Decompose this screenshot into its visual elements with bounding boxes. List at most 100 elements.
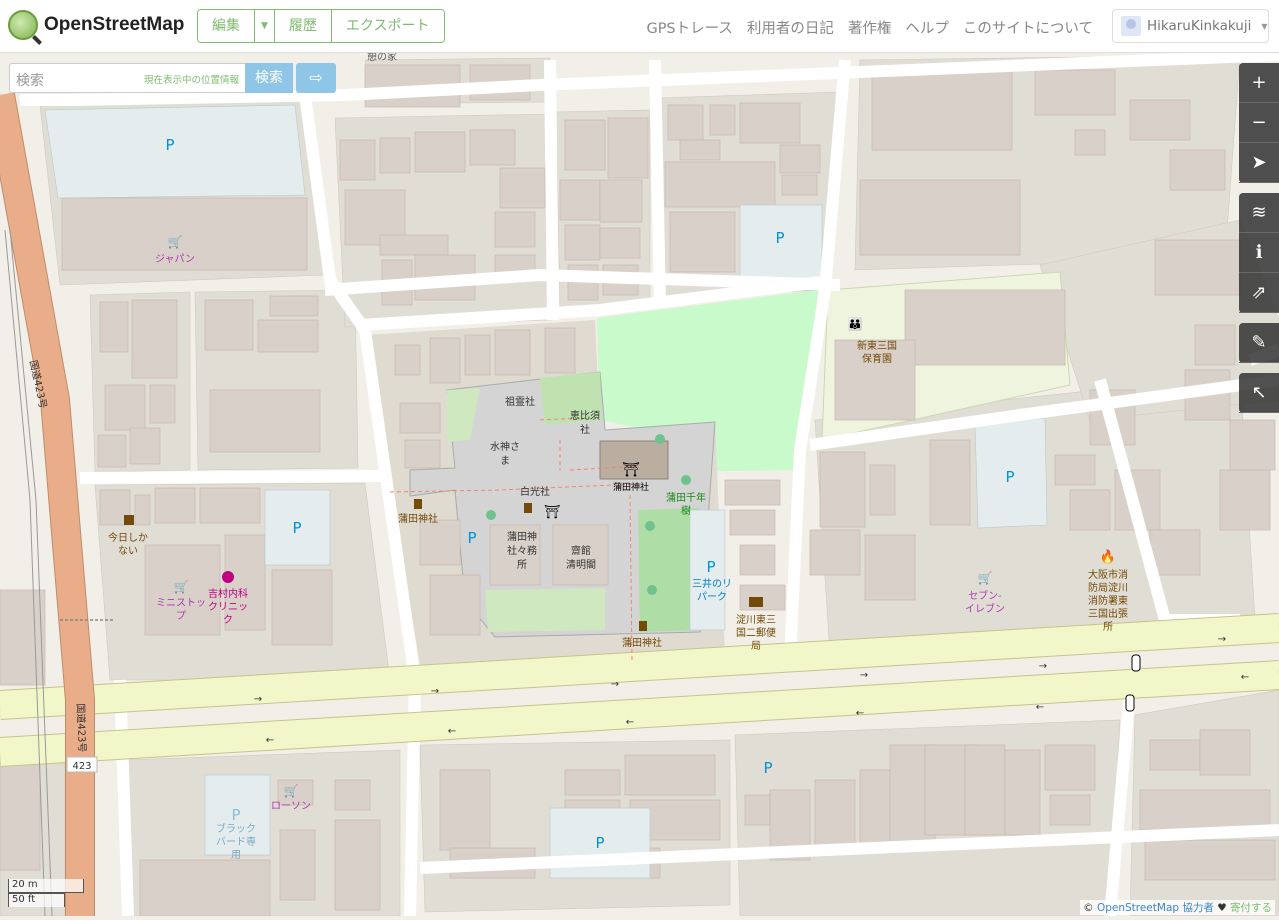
svg-text:三井のリ: 三井のリ [692, 577, 732, 590]
svg-text:クリニッ: クリニッ [208, 601, 248, 613]
svg-text:憩の家: 憩の家 [367, 53, 397, 63]
svg-text:→: → [254, 694, 262, 705]
query-control: ↖ [1239, 373, 1279, 413]
svg-text:ローソン: ローソン [271, 801, 311, 812]
svg-text:🛒: 🛒 [284, 784, 299, 798]
svg-text:用: 用 [231, 850, 241, 861]
svg-text:バード専: バード専 [216, 836, 256, 848]
donate-link[interactable]: 寄付する [1230, 902, 1272, 914]
svg-text:🔥: 🔥 [1100, 549, 1116, 565]
nav-user-diaries[interactable]: 利用者の日記 [747, 17, 834, 38]
svg-text:水神さ: 水神さ [490, 440, 520, 453]
svg-text:齋館: 齋館 [571, 544, 591, 557]
osm-link[interactable]: OpenStreetMap [1097, 902, 1179, 914]
nav-about[interactable]: このサイトについて [963, 17, 1093, 38]
scale-metric: 20 m [8, 879, 84, 893]
search-input[interactable]: 検索 現在表示中の位置情報 [9, 63, 245, 93]
edit-button-group: 編集 ▼ 履歴 エクスポート [197, 9, 445, 43]
top-nav: GPSトレース 利用者の日記 著作権 ヘルプ このサイトについて [646, 17, 1093, 38]
nav-copyright[interactable]: 著作権 [848, 17, 892, 38]
svg-text:ミニストッ: ミニストッ [156, 598, 206, 609]
svg-text:←: ← [1241, 672, 1249, 683]
note-control: ✎ [1239, 323, 1279, 363]
search-bar: 検索 現在表示中の位置情報 検索 ⇨ [9, 63, 339, 93]
svg-text:保育園: 保育園 [862, 352, 892, 365]
share-icon[interactable]: ⇗ [1239, 273, 1279, 313]
svg-text:ク: ク [223, 614, 233, 626]
directions-icon[interactable]: ⇨ [296, 63, 336, 93]
map-svg: 憩の家 ジャパン 祖霊社 恵比須 社 水神さ ま 白光社 蒲田神社 蒲田神社 蒲… [0, 53, 1279, 916]
svg-text:祖霊社: 祖霊社 [505, 395, 535, 408]
svg-text:新東三国: 新東三国 [857, 339, 897, 352]
svg-text:所: 所 [1103, 621, 1113, 633]
map-canvas[interactable]: 憩の家 ジャパン 祖霊社 恵比須 社 水神さ ま 白光社 蒲田神社 蒲田神社 蒲… [0, 53, 1279, 916]
history-button[interactable]: 履歴 [275, 10, 332, 42]
scale-bar: 20 m 50 ft [8, 879, 84, 907]
export-button[interactable]: エクスポート [332, 10, 444, 42]
svg-text:国二郵便: 国二郵便 [736, 626, 776, 639]
heart-icon: ♥ [1217, 902, 1226, 914]
svg-text:P: P [1005, 468, 1014, 486]
svg-text:セブン-: セブン- [968, 589, 1002, 602]
svg-text:←: ← [448, 726, 456, 737]
svg-text:恵比須: 恵比須 [570, 409, 600, 422]
svg-text:→: → [431, 686, 439, 697]
info-icon[interactable]: ℹ [1239, 233, 1279, 273]
svg-text:P: P [292, 519, 301, 537]
nav-gps-traces[interactable]: GPSトレース [646, 17, 732, 38]
svg-text:白光社: 白光社 [520, 485, 550, 498]
logo-text: OpenStreetMap [44, 14, 184, 36]
svg-text:🛒: 🛒 [174, 580, 189, 594]
add-note-icon[interactable]: ✎ [1239, 323, 1279, 363]
svg-text:大阪市消: 大阪市消 [1088, 568, 1128, 581]
attribution: © OpenStreetMap 協力者 ♥ 寄付する [1080, 900, 1275, 915]
svg-text:⛩: ⛩ [544, 504, 561, 520]
where-am-i-link[interactable]: 現在表示中の位置情報 [144, 72, 239, 86]
locate-icon[interactable]: ➤ [1239, 143, 1279, 183]
svg-text:→: → [1218, 634, 1226, 645]
layers-icon[interactable]: ≋ [1239, 193, 1279, 233]
svg-text:今日しか: 今日しか [108, 531, 148, 544]
search-placeholder: 検索 [16, 73, 44, 89]
svg-text:蒲田神: 蒲田神 [507, 530, 537, 543]
layer-controls: ≋ ℹ ⇗ [1239, 193, 1279, 313]
chevron-down-icon: ▼ [1261, 22, 1267, 31]
svg-text:社: 社 [580, 423, 590, 436]
svg-text:←: ← [266, 735, 274, 746]
user-menu[interactable]: HikaruKinkakuji ▼ [1112, 9, 1269, 43]
svg-text:社々務: 社々務 [507, 544, 537, 557]
svg-text:ジャパン: ジャパン [155, 253, 195, 265]
svg-text:消防署東: 消防署東 [1088, 594, 1128, 607]
svg-text:P: P [231, 806, 240, 824]
edit-dropdown-chevron-icon[interactable]: ▼ [255, 10, 275, 42]
zoom-out-icon[interactable]: − [1239, 103, 1279, 143]
svg-text:P: P [763, 759, 772, 777]
edit-button[interactable]: 編集 [198, 10, 255, 42]
svg-text:吉村内科: 吉村内科 [208, 587, 248, 600]
zoom-controls: + − ➤ [1239, 63, 1279, 183]
osm-logo[interactable]: OpenStreetMap [8, 10, 184, 40]
route-shield: 423 [67, 757, 97, 772]
contributors-link[interactable]: 協力者 [1182, 902, 1214, 914]
svg-text:蒲田神社: 蒲田神社 [622, 636, 662, 649]
header: OpenStreetMap 編集 ▼ 履歴 エクスポート GPSトレース 利用者… [0, 0, 1279, 53]
scale-imperial: 50 ft [8, 893, 65, 907]
zoom-in-icon[interactable]: + [1239, 63, 1279, 103]
svg-text:蒲田神社: 蒲田神社 [613, 481, 649, 493]
copyright-symbol: © [1083, 902, 1094, 914]
magnifier-logo-icon [8, 10, 38, 40]
svg-text:←: ← [1036, 702, 1044, 713]
svg-text:P: P [595, 834, 604, 852]
avatar [1121, 16, 1141, 36]
svg-text:所: 所 [517, 559, 527, 571]
nav-help[interactable]: ヘルプ [905, 17, 949, 38]
svg-text:→: → [1039, 661, 1047, 672]
svg-text:淀川東三: 淀川東三 [736, 613, 776, 626]
search-button[interactable]: 検索 [245, 63, 293, 93]
svg-text:P: P [706, 558, 715, 576]
username: HikaruKinkakuji [1147, 18, 1251, 34]
svg-text:🛒: 🛒 [978, 571, 993, 585]
query-features-icon[interactable]: ↖ [1239, 373, 1279, 413]
svg-text:ま: ま [500, 455, 510, 467]
svg-text:局: 局 [751, 640, 761, 652]
